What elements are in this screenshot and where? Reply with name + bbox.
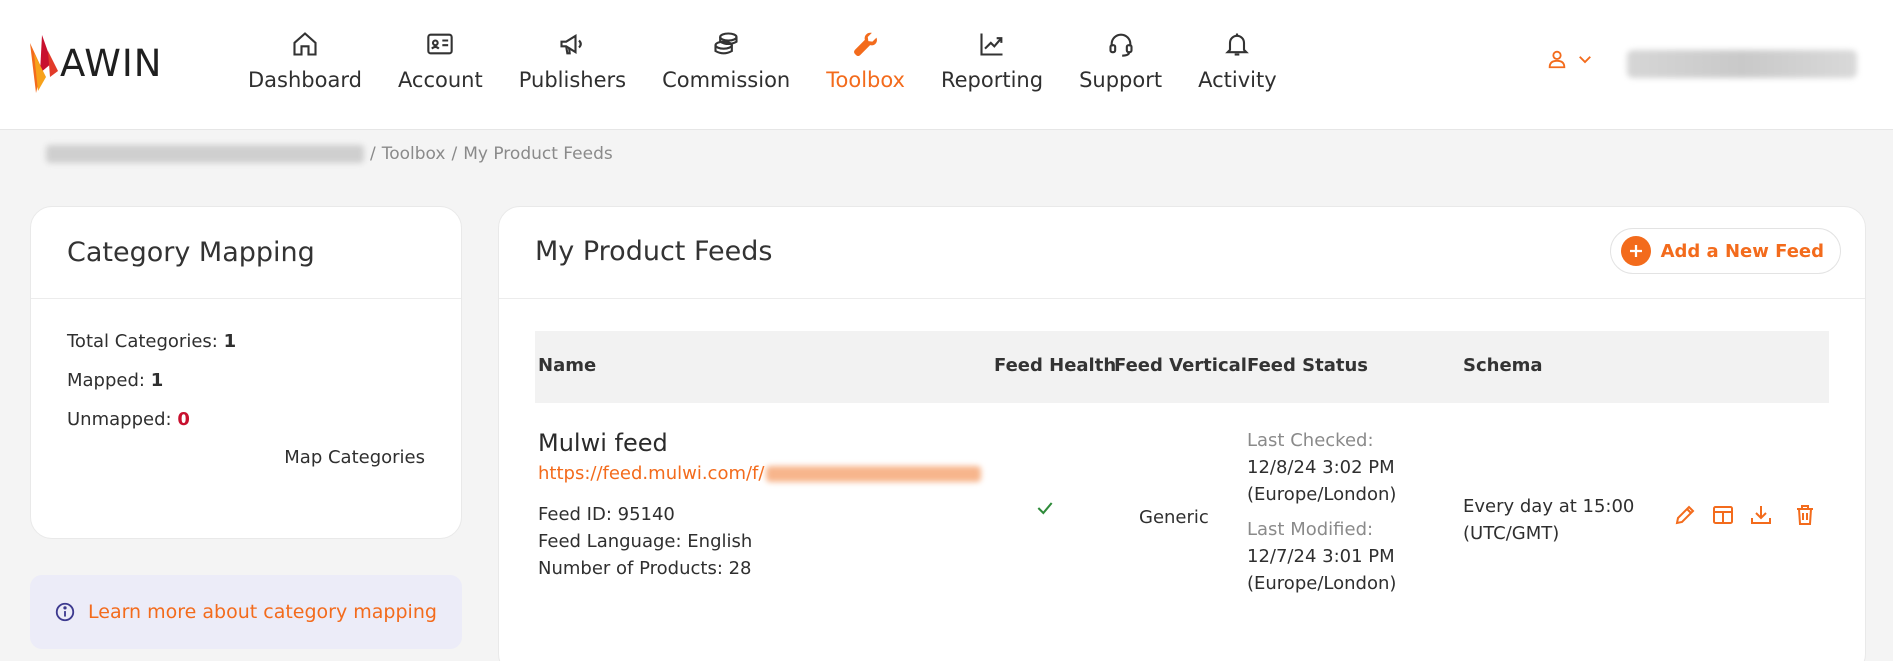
column-header-name: Name — [538, 355, 597, 376]
mapped-count: Mapped: 1 — [67, 368, 425, 407]
chart-line-icon — [980, 33, 1003, 56]
total-categories: Total Categories: 1 — [67, 329, 425, 368]
feed-url-link[interactable]: https://feed.mulwi.com/f/ — [538, 463, 982, 484]
column-header-schema: Schema — [1463, 355, 1543, 376]
feed-vertical: Generic — [1139, 507, 1209, 528]
check-icon — [1037, 502, 1053, 515]
id-card-icon — [427, 33, 454, 55]
feeds-table-header: Name Feed Health Feed Vertical Feed Stat… — [535, 331, 1829, 403]
feed-health — [1035, 498, 1055, 523]
columns-icon[interactable] — [1711, 503, 1735, 527]
awin-flame-icon — [30, 35, 58, 93]
total-categories-label: Total Categories: — [67, 331, 218, 352]
map-categories-link[interactable]: Map Categories — [284, 447, 425, 468]
nav-label: Support — [1079, 68, 1163, 92]
add-new-feed-button[interactable]: Add a New Feed — [1609, 228, 1841, 274]
megaphone-icon — [560, 33, 583, 55]
breadcrumb-current: My Product Feeds — [463, 144, 613, 164]
nav-activity[interactable]: Activity — [1180, 0, 1295, 130]
breadcrumb-toolbox[interactable]: Toolbox — [382, 144, 446, 164]
feed-schema: Every day at 15:00 (UTC/GMT) — [1463, 493, 1634, 547]
user-menu[interactable] — [1546, 48, 1594, 70]
feed-id: Feed ID: 95140 — [538, 504, 675, 525]
feed-product-count: Number of Products: 28 — [538, 558, 752, 579]
last-modified-date: 12/7/24 3:01 PM — [1247, 546, 1395, 567]
feed-name: Mulwi feed — [538, 429, 668, 457]
last-checked-date: 12/8/24 3:02 PM — [1247, 457, 1395, 478]
nav-account[interactable]: Account — [380, 0, 501, 130]
unmapped-value: 0 — [177, 409, 190, 430]
chevron-down-icon — [1579, 56, 1591, 64]
total-categories-value: 1 — [223, 331, 237, 352]
last-checked-label: Last Checked: — [1247, 430, 1374, 451]
table-row: Mulwi feed https://feed.mulwi.com/f/ Fee… — [535, 403, 1829, 603]
add-new-feed-label: Add a New Feed — [1660, 240, 1824, 262]
feed-status: Last Checked: 12/8/24 3:02 PM (Europe/Lo… — [1247, 427, 1396, 597]
feed-url-text: https://feed.mulwi.com/f/ — [538, 463, 765, 484]
nav-support[interactable]: Support — [1061, 0, 1180, 130]
schema-frequency: Every day at 15:00 — [1463, 496, 1635, 517]
home-icon — [293, 32, 317, 56]
coins-icon — [714, 32, 738, 55]
nav-label: Reporting — [940, 68, 1044, 92]
column-header-feed-status: Feed Status — [1247, 355, 1368, 376]
product-feeds-card: My Product Feeds Add a New Feed Name Fee… — [498, 206, 1866, 661]
nav-commission[interactable]: Commission — [644, 0, 808, 130]
feed-language: Feed Language: English — [538, 531, 753, 552]
last-modified-timezone: (Europe/London) — [1247, 573, 1397, 594]
awin-logo[interactable]: AWIN — [28, 33, 162, 93]
nav-dashboard[interactable]: Dashboard — [230, 0, 380, 130]
feed-meta: Feed ID: 95140 Feed Language: English Nu… — [538, 501, 752, 582]
product-feeds-header: My Product Feeds Add a New Feed — [499, 207, 1865, 299]
nav-reporting[interactable]: Reporting — [923, 0, 1061, 130]
nav-label: Activity — [1198, 68, 1277, 92]
main-nav: Dashboard Account Publishers Commission … — [230, 0, 1295, 130]
mapped-value: 1 — [150, 370, 164, 391]
feed-actions — [1673, 503, 1817, 527]
breadcrumb-redacted[interactable] — [46, 145, 364, 163]
user-icon — [1548, 50, 1566, 69]
breadcrumb: / Toolbox / My Product Feeds — [46, 144, 613, 164]
headset-icon — [1109, 33, 1133, 57]
nav-label: Toolbox — [826, 68, 905, 92]
schema-timezone: (UTC/GMT) — [1463, 523, 1560, 544]
unmapped-count: Unmapped: 0 — [67, 407, 425, 446]
product-feeds-title: My Product Feeds — [535, 236, 773, 267]
plus-icon — [1620, 236, 1651, 266]
last-checked-timezone: (Europe/London) — [1247, 484, 1397, 505]
breadcrumb-separator: / — [370, 144, 376, 164]
column-header-feed-vertical: Feed Vertical — [1114, 355, 1247, 376]
edit-icon[interactable] — [1673, 503, 1697, 527]
category-mapping-title: Category Mapping — [67, 237, 315, 268]
breadcrumb-separator: / — [451, 144, 458, 164]
logo-text: AWIN — [60, 41, 163, 85]
feed-url-redacted — [766, 465, 982, 482]
download-icon[interactable] — [1749, 503, 1773, 527]
category-mapping-header: Category Mapping — [31, 207, 461, 299]
top-header: AWIN Dashboard Account Publishers Commis… — [0, 0, 1893, 130]
category-mapping-card: Category Mapping Total Categories: 1 Map… — [30, 206, 462, 539]
nav-publishers[interactable]: Publishers — [501, 0, 644, 130]
nav-label: Dashboard — [248, 68, 362, 92]
learn-more-banner[interactable]: Learn more about category mapping — [30, 575, 462, 649]
column-header-feed-health: Feed Health — [994, 355, 1117, 376]
wrench-icon — [853, 32, 877, 56]
last-modified-label: Last Modified: — [1247, 519, 1374, 540]
nav-label: Commission — [662, 68, 791, 92]
bell-icon — [1225, 33, 1250, 56]
trash-icon[interactable] — [1793, 503, 1817, 527]
nav-label: Account — [397, 68, 483, 92]
info-icon — [55, 602, 75, 622]
unmapped-label: Unmapped: — [67, 409, 172, 430]
mapped-label: Mapped: — [67, 370, 145, 391]
learn-more-link[interactable]: Learn more about category mapping — [88, 601, 437, 623]
account-name-redacted[interactable] — [1627, 50, 1857, 78]
feeds-table: Name Feed Health Feed Vertical Feed Stat… — [535, 331, 1829, 603]
category-mapping-stats: Total Categories: 1 Mapped: 1 Unmapped: … — [31, 299, 461, 446]
nav-label: Publishers — [518, 68, 627, 92]
nav-toolbox[interactable]: Toolbox — [808, 0, 923, 130]
